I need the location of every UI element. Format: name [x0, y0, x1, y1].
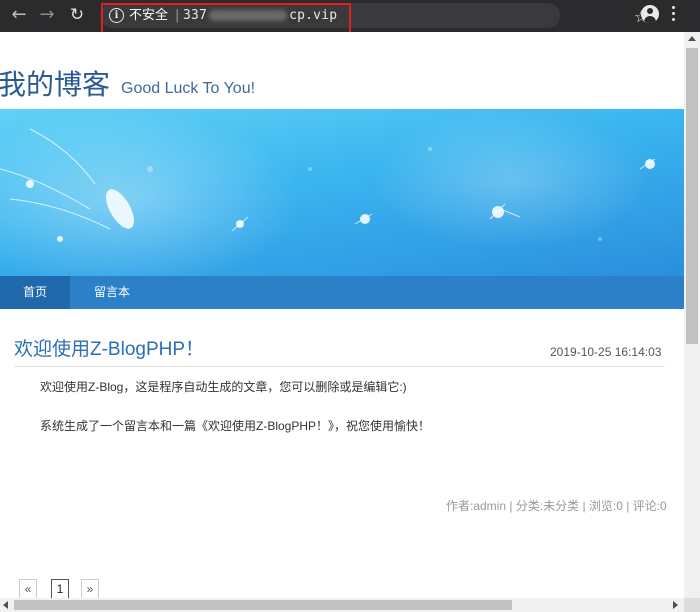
main-navigation: 首页 留言本: [0, 276, 684, 309]
back-arrow-icon[interactable]: ←: [8, 4, 30, 26]
pagination-next-button[interactable]: »: [81, 579, 99, 598]
post-divider: [14, 366, 665, 367]
dandelion-decoration: [0, 128, 656, 242]
post-paragraph: 系统生成了一个留言本和一篇《欢迎使用Z-BlogPHP！》，祝您使用愉快！: [40, 419, 431, 433]
account-icon[interactable]: [641, 5, 659, 23]
web-page: 我的博客 Good Luck To You! 首页 留言本 欢迎使用Z-Blog…: [0, 32, 684, 598]
horizontal-scrollbar[interactable]: [0, 598, 684, 612]
site-subtitle: Good Luck To You!: [121, 80, 256, 97]
reload-icon[interactable]: ↻: [66, 4, 88, 26]
header-banner: [0, 109, 684, 276]
vertical-scrollbar[interactable]: [684, 32, 700, 598]
scroll-left-icon[interactable]: [3, 601, 8, 609]
annotation-highlight-box: [101, 3, 351, 35]
post-meta: 作者:admin | 分类:未分类 | 浏览:0 | 评论:0: [446, 499, 667, 513]
kebab-menu-icon[interactable]: [672, 6, 676, 24]
site-title[interactable]: 我的博客: [0, 68, 110, 102]
forward-arrow-icon[interactable]: →: [36, 4, 58, 26]
nav-item-home[interactable]: 首页: [0, 276, 70, 309]
scroll-right-icon[interactable]: [673, 601, 678, 609]
pagination-prev-button[interactable]: «: [19, 579, 37, 598]
post-date: 2019-10-25 16:14:03: [550, 345, 662, 359]
browser-toolbar: ← → ↻ i 不安全 | 337cp.vip ☆: [0, 0, 700, 35]
nav-item-guestbook[interactable]: 留言本: [70, 276, 154, 309]
horizontal-scroll-thumb[interactable]: [14, 600, 512, 610]
vertical-scroll-thumb[interactable]: [686, 48, 698, 344]
pagination-page-button[interactable]: 1: [51, 579, 69, 598]
post-title[interactable]: 欢迎使用Z-BlogPHP！: [14, 338, 204, 362]
post-paragraph: 欢迎使用Z-Blog，这是程序自动生成的文章，您可以删除或是编辑它:): [40, 380, 407, 394]
scrollbar-corner: [684, 598, 700, 612]
scroll-up-icon[interactable]: [688, 36, 696, 41]
